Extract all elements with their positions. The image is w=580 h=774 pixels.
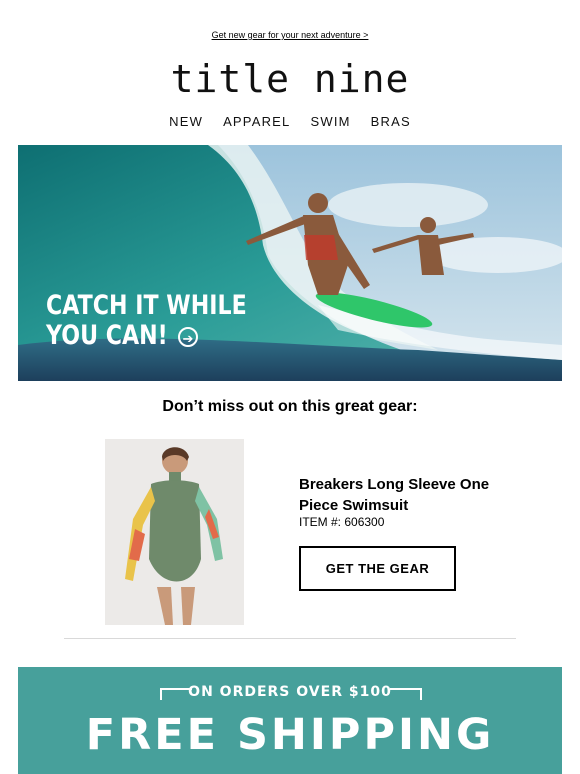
hero-banner[interactable]: CATCH IT WHILE YOU CAN! ➔ (18, 145, 562, 381)
promo-headline: FREE SHIPPING (85, 710, 495, 760)
preheader-link[interactable]: Get new gear for your next adventure > (0, 30, 580, 40)
get-the-gear-button[interactable]: GET THE GEAR (299, 546, 456, 591)
intro-heading: Don’t miss out on this great gear: (162, 398, 418, 415)
product-name[interactable]: Breakers Long Sleeve One Piece Swimsuit (299, 474, 529, 516)
circle-arrow-right-icon[interactable]: ➔ (178, 327, 198, 347)
nav-item-swim[interactable]: SWIM (300, 114, 360, 129)
nav-item-bras[interactable]: BRAS (361, 114, 421, 129)
brand-logo[interactable]: title nine (0, 56, 580, 102)
nav-item-new[interactable]: NEW (159, 114, 213, 129)
hero-headline: CATCH IT WHILE YOU CAN! (46, 290, 247, 351)
nav-item-apparel[interactable]: APPAREL (213, 114, 300, 129)
product-image[interactable] (105, 439, 244, 625)
divider (64, 638, 516, 639)
promo-condition: ON ORDERS OVER $100 (188, 684, 392, 700)
product-item-number: ITEM #: 606300 (299, 515, 385, 529)
free-shipping-banner[interactable]: ON ORDERS OVER $100 FREE SHIPPING (18, 667, 562, 774)
main-nav: NEW APPAREL SWIM BRAS (0, 114, 580, 129)
